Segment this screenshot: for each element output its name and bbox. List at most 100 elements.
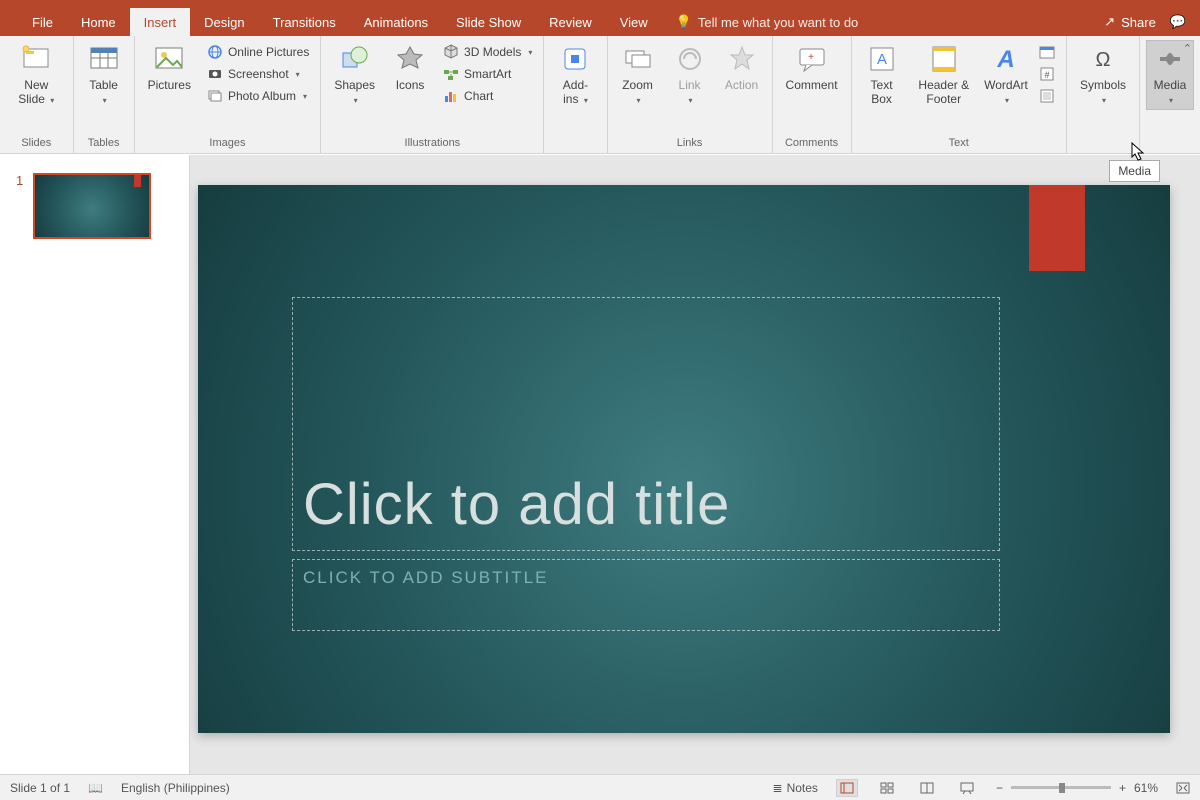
zoom-in-button[interactable]: + bbox=[1119, 781, 1126, 795]
slide-sorter-view-button[interactable] bbox=[876, 779, 898, 797]
pictures-button[interactable]: Pictures bbox=[141, 40, 198, 96]
pictures-icon bbox=[153, 43, 185, 75]
textbox-button[interactable]: A Text Box bbox=[858, 40, 906, 110]
shapes-button[interactable]: Shapes▾ bbox=[327, 40, 382, 110]
header-footer-button[interactable]: Header & Footer bbox=[910, 40, 978, 110]
screenshot-button[interactable]: Screenshot ▾ bbox=[202, 64, 314, 84]
tell-me-label: Tell me what you want to do bbox=[698, 15, 858, 30]
zoom-slider[interactable] bbox=[1011, 786, 1111, 789]
table-icon bbox=[88, 43, 120, 75]
notes-button[interactable]: ≣Notes bbox=[773, 781, 818, 795]
spellcheck-icon[interactable]: 📖 bbox=[88, 781, 103, 795]
addins-button[interactable]: Add-ins ▾ bbox=[550, 40, 600, 110]
smartart-button[interactable]: SmartArt bbox=[438, 64, 537, 84]
slide-canvas[interactable]: Click to add title CLICK TO ADD SUBTITLE bbox=[198, 185, 1170, 733]
action-button[interactable]: Action bbox=[718, 40, 766, 96]
group-illustrations-label: Illustrations bbox=[405, 135, 461, 151]
comments-pane-icon[interactable]: 💬 bbox=[1170, 14, 1186, 30]
normal-view-button[interactable] bbox=[836, 779, 858, 797]
media-tooltip: Media bbox=[1109, 160, 1160, 182]
slide-thumbnail-1[interactable] bbox=[33, 173, 151, 239]
icons-icon bbox=[394, 43, 426, 75]
tab-transitions[interactable]: Transitions bbox=[259, 8, 350, 36]
slide-thumbnail-panel: 1 bbox=[0, 155, 190, 774]
group-links-label: Links bbox=[677, 135, 703, 151]
group-slides-label: Slides bbox=[21, 135, 51, 151]
group-text-label: Text bbox=[949, 135, 969, 151]
zoom-button[interactable]: Zoom▾ bbox=[614, 40, 662, 110]
zoom-icon bbox=[622, 43, 654, 75]
title-placeholder-text: Click to add title bbox=[303, 471, 730, 538]
chart-icon bbox=[443, 88, 459, 104]
title-placeholder[interactable]: Click to add title bbox=[292, 297, 1000, 551]
date-time-icon bbox=[1039, 44, 1055, 60]
chart-button[interactable]: Chart bbox=[438, 86, 537, 106]
ribbon: ⌃ New Slide ▾ Slides Table▾ Tables Pictu… bbox=[0, 36, 1200, 154]
language-status[interactable]: English (Philippines) bbox=[121, 781, 230, 795]
addins-icon bbox=[559, 43, 591, 75]
shapes-icon bbox=[339, 43, 371, 75]
object-icon bbox=[1039, 88, 1055, 104]
slide-counter[interactable]: Slide 1 of 1 bbox=[10, 781, 70, 795]
media-icon bbox=[1154, 43, 1186, 75]
tab-design[interactable]: Design bbox=[190, 8, 258, 36]
icons-button[interactable]: Icons bbox=[386, 40, 434, 96]
fit-to-window-button[interactable] bbox=[1176, 782, 1190, 794]
slide-number-icon: # bbox=[1039, 66, 1055, 82]
tab-file[interactable]: File bbox=[18, 8, 67, 36]
slideshow-view-button[interactable] bbox=[956, 779, 978, 797]
wordart-button[interactable]: A WordArt▾ bbox=[982, 40, 1030, 110]
tab-view[interactable]: View bbox=[606, 8, 662, 36]
online-pictures-button[interactable]: Online Pictures bbox=[202, 42, 314, 62]
share-icon: ↗ bbox=[1104, 14, 1115, 30]
slide-canvas-area[interactable]: Click to add title CLICK TO ADD SUBTITLE bbox=[190, 155, 1200, 774]
svg-text:Ω: Ω bbox=[1096, 49, 1111, 71]
comment-button[interactable]: + Comment bbox=[779, 40, 845, 96]
subtitle-placeholder[interactable]: CLICK TO ADD SUBTITLE bbox=[292, 559, 1000, 631]
lightbulb-icon: 💡 bbox=[676, 14, 692, 30]
zoom-level[interactable]: 61% bbox=[1134, 781, 1158, 795]
share-button[interactable]: ↗ Share bbox=[1104, 14, 1156, 30]
link-button[interactable]: Link▾ bbox=[666, 40, 714, 110]
ribbon-tabs: File Home Insert Design Transitions Anim… bbox=[0, 8, 1200, 36]
svg-text:A: A bbox=[996, 46, 1014, 73]
photo-album-icon bbox=[207, 88, 223, 104]
symbols-icon: Ω bbox=[1087, 43, 1119, 75]
wordart-icon: A bbox=[990, 43, 1022, 75]
reading-view-button[interactable] bbox=[916, 779, 938, 797]
tab-review[interactable]: Review bbox=[535, 8, 606, 36]
object-button[interactable] bbox=[1034, 86, 1060, 106]
date-time-button[interactable] bbox=[1034, 42, 1060, 62]
action-icon bbox=[726, 43, 758, 75]
svg-text:#: # bbox=[1044, 70, 1049, 80]
online-pictures-icon bbox=[207, 44, 223, 60]
smartart-icon bbox=[443, 66, 459, 82]
collapse-ribbon-icon[interactable]: ⌃ bbox=[1183, 42, 1192, 55]
3d-models-icon bbox=[443, 44, 459, 60]
header-footer-icon bbox=[928, 43, 960, 75]
thumbnail-number: 1 bbox=[16, 173, 23, 188]
status-bar: Slide 1 of 1 📖 English (Philippines) ≣No… bbox=[0, 774, 1200, 800]
screenshot-icon bbox=[207, 66, 223, 82]
tab-animations[interactable]: Animations bbox=[350, 8, 442, 36]
table-button[interactable]: Table▾ bbox=[80, 40, 128, 110]
symbols-button[interactable]: Ω Symbols▾ bbox=[1073, 40, 1133, 110]
tab-slideshow[interactable]: Slide Show bbox=[442, 8, 535, 36]
slide-number-button[interactable]: # bbox=[1034, 64, 1060, 84]
group-tables-label: Tables bbox=[88, 135, 120, 151]
photo-album-button[interactable]: Photo Album ▾ bbox=[202, 86, 314, 106]
notes-icon: ≣ bbox=[773, 781, 783, 795]
link-icon bbox=[674, 43, 706, 75]
svg-text:+: + bbox=[808, 52, 814, 63]
new-slide-button[interactable]: New Slide ▾ bbox=[6, 40, 67, 110]
3d-models-button[interactable]: 3D Models ▾ bbox=[438, 42, 537, 62]
subtitle-placeholder-text: CLICK TO ADD SUBTITLE bbox=[303, 568, 548, 587]
group-images-label: Images bbox=[209, 135, 245, 151]
tab-insert[interactable]: Insert bbox=[130, 8, 191, 36]
tab-home[interactable]: Home bbox=[67, 8, 130, 36]
share-label: Share bbox=[1121, 15, 1156, 30]
new-slide-icon bbox=[20, 43, 52, 75]
zoom-out-button[interactable]: − bbox=[996, 781, 1003, 795]
svg-text:A: A bbox=[877, 51, 887, 68]
tell-me-search[interactable]: 💡 Tell me what you want to do bbox=[662, 8, 859, 36]
